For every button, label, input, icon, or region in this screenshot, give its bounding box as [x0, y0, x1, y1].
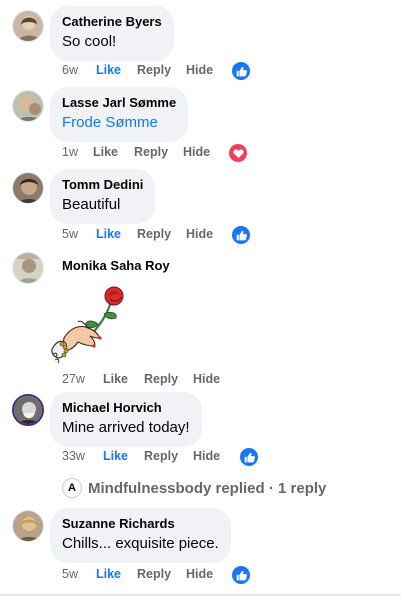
comment-bubble: Catherine Byers So cool! [50, 6, 174, 61]
like-icon [232, 566, 250, 584]
like-button[interactable]: Like [103, 371, 128, 387]
avatar[interactable] [12, 252, 44, 284]
like-icon [240, 448, 258, 466]
hide-button[interactable]: Hide [186, 226, 213, 242]
comment-time[interactable]: 33w [62, 448, 85, 464]
replies-label[interactable]: Mindfulnessbody replied · 1 reply [88, 480, 326, 497]
comment-text: So cool! [62, 33, 117, 50]
hide-button[interactable]: Hide [193, 371, 220, 387]
like-button[interactable]: Like [96, 566, 121, 582]
like-button[interactable]: Like [96, 62, 121, 78]
comment-text: Chills... exquisite piece. [62, 535, 219, 552]
like-button[interactable]: Like [93, 144, 118, 160]
avatar[interactable] [12, 172, 44, 204]
reply-button[interactable]: Reply [137, 566, 171, 582]
like-button[interactable]: Like [96, 226, 121, 242]
avatar[interactable] [12, 510, 44, 542]
mention-link[interactable]: Frode Sømme [62, 113, 176, 133]
comment-time[interactable]: 27w [62, 371, 85, 387]
comment-time[interactable]: 6w [62, 62, 78, 78]
hide-button[interactable]: Hide [193, 448, 220, 464]
comment-text: Beautiful [62, 196, 121, 213]
comment-time[interactable]: 5w [62, 566, 78, 582]
comment-author[interactable]: Catherine Byers [62, 14, 162, 30]
hide-button[interactable]: Hide [186, 566, 213, 582]
comment-bubble: Monika Saha Roy [50, 250, 182, 283]
reply-button[interactable]: Reply [137, 226, 171, 242]
comment-bubble: Tomm Dedini Beautiful [50, 169, 156, 224]
comment-text: Mine arrived today! [62, 419, 190, 436]
comment-author[interactable]: Tomm Dedini [62, 177, 143, 193]
avatar[interactable] [12, 394, 44, 426]
comment-time[interactable]: 1w [62, 144, 78, 160]
like-icon [232, 62, 250, 80]
like-button[interactable]: Like [103, 448, 128, 464]
love-icon [229, 144, 247, 162]
comment-author[interactable]: Lasse Jarl Sømme [62, 95, 176, 111]
comment-bubble: Lasse Jarl Sømme Frode Sømme [50, 87, 189, 142]
avatar[interactable] [12, 10, 44, 42]
reply-button[interactable]: Reply [134, 144, 168, 160]
comment-bubble: Michael Horvich Mine arrived today! [50, 392, 202, 447]
hide-button[interactable]: Hide [186, 62, 213, 78]
view-replies-link[interactable]: A Mindfulnessbody replied · 1 reply [62, 477, 326, 499]
like-icon [232, 226, 250, 244]
reply-avatar: A [62, 478, 82, 498]
rose-sticker[interactable] [50, 284, 130, 366]
comment-author[interactable]: Monika Saha Roy [62, 258, 170, 274]
comment-time[interactable]: 5w [62, 226, 78, 242]
reply-button[interactable]: Reply [144, 371, 178, 387]
reply-button[interactable]: Reply [137, 62, 171, 78]
reply-button[interactable]: Reply [144, 448, 178, 464]
comment-bubble: Suzanne Richards Chills... exquisite pie… [50, 508, 231, 563]
hide-button[interactable]: Hide [183, 144, 210, 160]
comment-author[interactable]: Suzanne Richards [62, 516, 219, 532]
avatar[interactable] [12, 90, 44, 122]
comment-author[interactable]: Michael Horvich [62, 400, 190, 416]
